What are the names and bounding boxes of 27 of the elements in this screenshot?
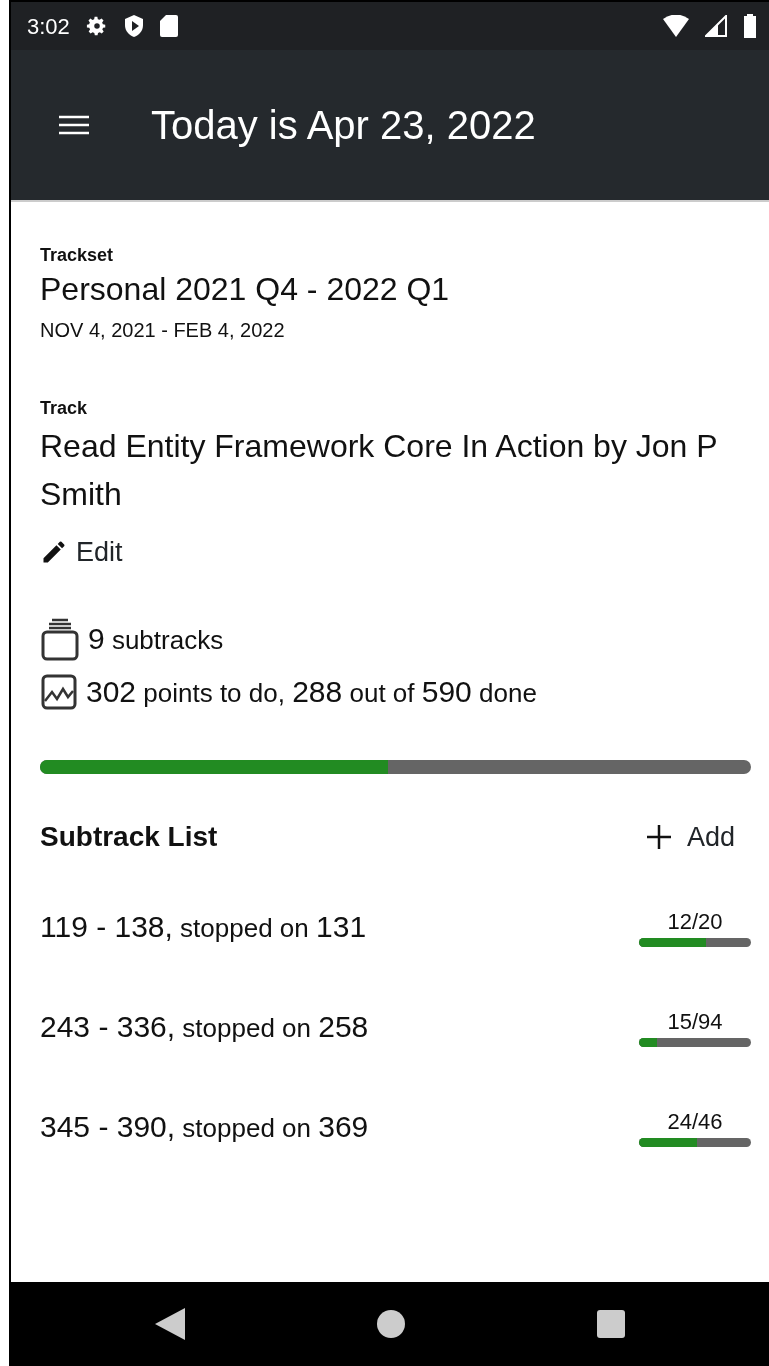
sd-card-icon [159, 15, 178, 37]
add-button[interactable]: Add [646, 816, 735, 858]
trackset-dates: NOV 4, 2021 - FEB 4, 2022 [40, 317, 286, 343]
signal-icon [705, 15, 727, 37]
section-label: Trackset [40, 244, 115, 267]
plus-icon [646, 825, 671, 850]
section-label: Track [40, 396, 89, 420]
points-summary: 302 points to do, 288 out of 590 done [86, 674, 537, 711]
edit-button[interactable]: Edit [40, 531, 123, 573]
app-title: Today is Apr 23, 2022 [151, 102, 536, 149]
back-icon[interactable] [155, 1308, 185, 1340]
subtrack-count: 9 subtracks [88, 621, 224, 658]
trackset-name: Personal 2021 Q4 - 2022 Q1 [40, 270, 451, 309]
subtrack-range[interactable]: 243 - 336, stopped on 258 [40, 1003, 369, 1049]
subtrack-range[interactable]: 345 - 390, stopped on 369 [40, 1103, 369, 1149]
shield-icon [123, 14, 144, 38]
subtrack-range[interactable]: 119 - 138, stopped on 131 [40, 903, 367, 949]
menu-icon[interactable] [59, 115, 89, 135]
status-time: 3:02 [27, 12, 70, 41]
stack-icon [40, 616, 80, 661]
battery-icon [743, 14, 757, 38]
wifi-icon [663, 15, 689, 37]
track-name: Read Entity Framework Core In Action by Jon P Smith [40, 426, 719, 514]
list-heading: Subtrack List [40, 820, 218, 855]
chart-icon [40, 672, 78, 711]
gear-icon [85, 15, 108, 37]
home-icon[interactable] [377, 1310, 405, 1338]
